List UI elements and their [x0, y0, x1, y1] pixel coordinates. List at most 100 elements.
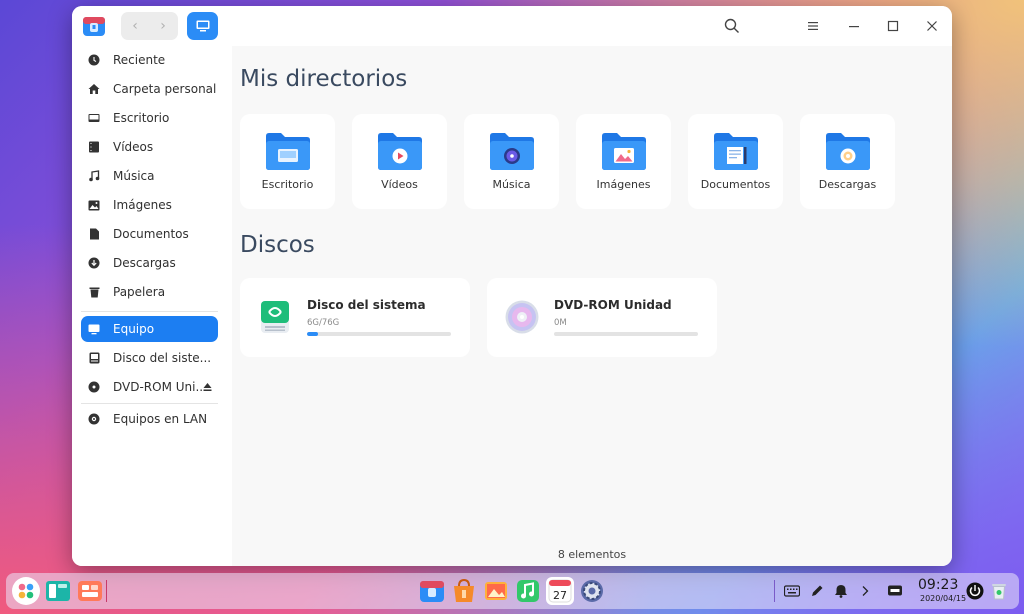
- disk-name: Disco del sistema: [307, 298, 426, 312]
- image-viewer-icon[interactable]: [482, 577, 510, 605]
- minimize-icon: [849, 26, 859, 28]
- taskbar-divider: [774, 580, 775, 602]
- folder-label: Escritorio: [261, 178, 314, 191]
- sidebar-item-label: Escritorio: [113, 111, 170, 125]
- desktop-folder-icon: [265, 133, 310, 170]
- documents-folder-icon: [713, 133, 758, 170]
- sidebar-item-label: Carpeta personal: [113, 82, 217, 96]
- sidebar-item-system-disk[interactable]: Disco del siste...: [81, 345, 218, 371]
- sidebar-item-label: Música: [113, 169, 155, 183]
- sidebar-item-desktop[interactable]: Escritorio: [81, 105, 218, 131]
- music-folder-icon: [489, 133, 534, 170]
- sidebar-item-pictures[interactable]: Imágenes: [81, 192, 218, 218]
- directories-title: Mis directorios: [240, 66, 408, 92]
- launcher-icon[interactable]: [12, 577, 40, 605]
- disk-usage-bar: [307, 332, 451, 336]
- eject-icon[interactable]: [203, 381, 212, 395]
- clock-date[interactable]: 2020/04/15: [920, 594, 966, 603]
- sidebar-item-documents[interactable]: Documentos: [81, 221, 218, 247]
- pictures-folder-icon: [601, 133, 646, 170]
- clock-icon: [87, 53, 101, 67]
- sidebar-item-dvd[interactable]: DVD-ROM Uni...: [81, 374, 218, 400]
- music-player-icon[interactable]: [514, 577, 542, 605]
- folder-card-documents[interactable]: Documentos: [688, 114, 783, 209]
- clock-time[interactable]: 09:23: [918, 577, 958, 593]
- multitask-view-icon[interactable]: [44, 577, 72, 605]
- taskbar-divider: [106, 580, 107, 602]
- app-store-icon[interactable]: [450, 577, 478, 605]
- videos-folder-icon: [377, 133, 422, 170]
- chevron-right-icon[interactable]: [856, 582, 874, 600]
- menu-icon: [808, 22, 818, 30]
- status-bar: 8 elementos: [557, 548, 627, 561]
- taskbar: 27 09:23 2020/04/15: [6, 573, 1019, 609]
- desktop-icon: [87, 111, 101, 125]
- disk-card-dvd[interactable]: DVD-ROM Unidad 0M: [487, 278, 717, 357]
- download-icon: [87, 256, 101, 270]
- folder-label: Descargas: [818, 178, 877, 191]
- file-manager-icon[interactable]: [82, 14, 106, 38]
- document-icon: [87, 227, 101, 241]
- workspace-icon[interactable]: [76, 577, 104, 605]
- sidebar-item-computer[interactable]: Equipo: [81, 316, 218, 342]
- music-icon: [87, 169, 101, 183]
- sidebar-item-downloads[interactable]: Descargas: [81, 250, 218, 276]
- folder-card-downloads[interactable]: Descargas: [800, 114, 895, 209]
- sidebar-item-label: Vídeos: [113, 140, 154, 154]
- search-button[interactable]: [722, 16, 742, 36]
- disk-name: DVD-ROM Unidad: [554, 298, 672, 312]
- sidebar-item-home[interactable]: Carpeta personal: [81, 76, 218, 102]
- sidebar-item-label: Reciente: [113, 53, 166, 67]
- trash-dock-icon[interactable]: [990, 582, 1008, 600]
- maximize-button[interactable]: [883, 16, 903, 36]
- disk-card-system[interactable]: Disco del sistema 6G/76G: [240, 278, 470, 357]
- file-manager-dock-icon[interactable]: [418, 577, 446, 605]
- sidebar-item-recent[interactable]: Reciente: [81, 47, 218, 73]
- display-icon[interactable]: [886, 582, 904, 600]
- close-button[interactable]: [922, 16, 942, 36]
- sidebar-item-label: Equipo: [113, 322, 155, 336]
- sidebar-item-lan[interactable]: Equipos en LAN: [81, 406, 218, 432]
- titlebar: ‹ ›: [72, 6, 952, 46]
- main-content: Mis directorios Escritorio Vídeos Música…: [232, 46, 952, 566]
- disk-size: 0M: [554, 318, 567, 328]
- power-icon[interactable]: [966, 582, 984, 600]
- sidebar-item-trash[interactable]: Papelera: [81, 279, 218, 305]
- forward-button[interactable]: ›: [149, 12, 177, 40]
- sidebar-item-label: Equipos en LAN: [113, 412, 208, 426]
- folder-label: Música: [492, 178, 531, 191]
- breadcrumb-computer-button[interactable]: [187, 12, 218, 40]
- folder-card-desktop[interactable]: Escritorio: [240, 114, 335, 209]
- sidebar: Reciente Carpeta personal Escritorio Víd…: [72, 46, 232, 566]
- disk-icon: [87, 351, 101, 365]
- folder-card-pictures[interactable]: Imágenes: [576, 114, 671, 209]
- home-icon: [87, 82, 101, 96]
- sidebar-item-label: Descargas: [113, 256, 176, 270]
- image-icon: [87, 198, 101, 212]
- network-icon: [87, 412, 101, 426]
- computer-icon: [87, 322, 101, 336]
- close-icon: [927, 21, 937, 31]
- minimize-button[interactable]: [844, 16, 864, 36]
- sidebar-item-music[interactable]: Música: [81, 163, 218, 189]
- sidebar-item-label: Documentos: [113, 227, 189, 241]
- folder-label: Documentos: [700, 178, 771, 191]
- calendar-icon[interactable]: 27: [546, 577, 574, 605]
- notification-bell-icon[interactable]: [832, 582, 850, 600]
- folder-card-videos[interactable]: Vídeos: [352, 114, 447, 209]
- folder-card-music[interactable]: Música: [464, 114, 559, 209]
- disk-usage-fill: [307, 332, 319, 336]
- pen-icon[interactable]: [808, 582, 826, 600]
- svg-text:27: 27: [553, 589, 567, 602]
- sidebar-item-videos[interactable]: Vídeos: [81, 134, 218, 160]
- keyboard-icon[interactable]: [783, 582, 801, 600]
- folder-label: Imágenes: [596, 178, 651, 191]
- settings-icon[interactable]: [578, 577, 606, 605]
- sidebar-item-label: DVD-ROM Uni...: [113, 380, 207, 394]
- menu-button[interactable]: [803, 16, 823, 36]
- disks-title: Discos: [240, 232, 315, 258]
- downloads-folder-icon: [825, 133, 870, 170]
- back-button[interactable]: ‹: [121, 12, 149, 40]
- dvd-disc-icon: [505, 300, 539, 334]
- trash-icon: [87, 285, 101, 299]
